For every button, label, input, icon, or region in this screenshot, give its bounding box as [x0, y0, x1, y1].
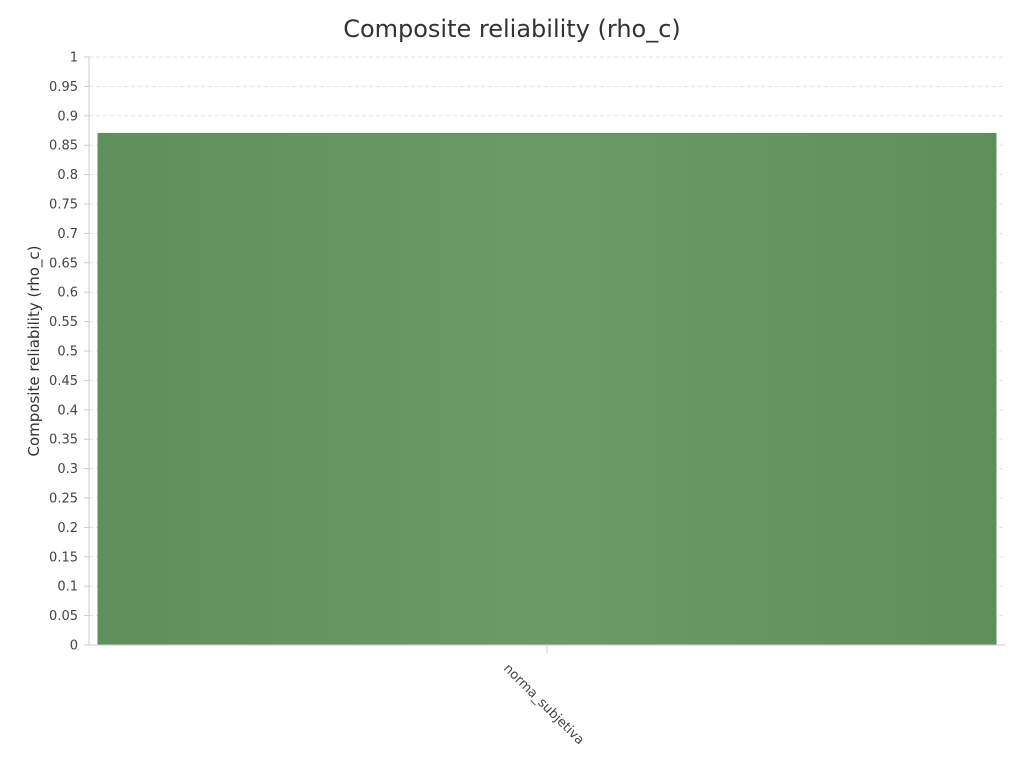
y-tick-label: 0.05: [49, 609, 78, 624]
y-tick-label: 0.5: [57, 345, 78, 360]
y-tick-label: 0.1: [57, 580, 78, 595]
y-tick-label: 0.9: [57, 109, 78, 124]
y-tick-label: 0.4: [57, 403, 78, 418]
y-tick-label: 0.85: [49, 139, 78, 154]
y-tick-label: 0.2: [57, 521, 78, 536]
chart-title: Composite reliability (rho_c): [343, 15, 681, 43]
y-tick-label: 0.15: [49, 550, 78, 565]
y-axis-label: Composite reliability (rho_c): [25, 245, 44, 456]
chart: Composite reliability (rho_c) Composite …: [0, 0, 1024, 768]
chart-svg: Composite reliability (rho_c) Composite …: [25, 15, 1005, 748]
y-tick-label: 0.45: [49, 374, 78, 389]
bars: [97, 132, 997, 646]
y-tick-label: 0.35: [49, 433, 78, 448]
y-tick-label: 0.55: [49, 315, 78, 330]
y-tick-label: 0.95: [49, 80, 78, 95]
x-tick-label: norma_subjetiva: [500, 661, 587, 748]
y-tick-label: 0.3: [57, 462, 78, 477]
y-tick-label: 0.6: [57, 286, 78, 301]
y-tick-label: 0.65: [49, 256, 78, 271]
y-tick-label: 0.25: [49, 492, 78, 507]
y-tick-label: 1: [70, 51, 78, 66]
y-tick-label: 0.8: [57, 168, 78, 183]
y-tick-label: 0: [70, 639, 78, 654]
bar: [97, 132, 997, 646]
y-tick-label: 0.75: [49, 198, 78, 213]
y-tick-label: 0.7: [57, 227, 78, 242]
